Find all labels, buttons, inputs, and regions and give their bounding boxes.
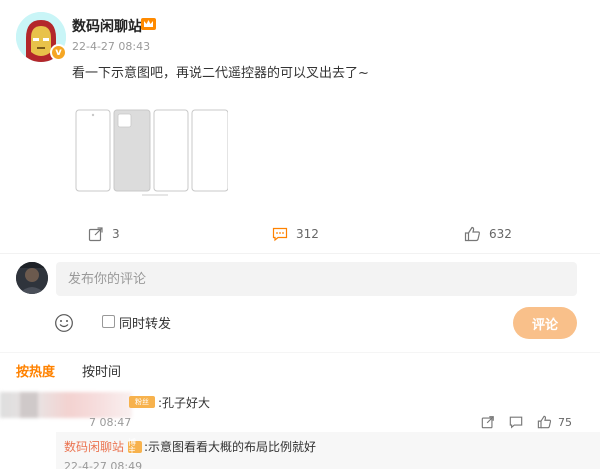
comment-actions: 75 (481, 413, 572, 431)
share-count: 3 (112, 227, 120, 241)
verified-badge-icon: v (50, 44, 67, 61)
divider (0, 253, 600, 254)
like-button[interactable]: 632 (464, 220, 512, 248)
share-button[interactable]: 3 (88, 220, 120, 248)
like-count: 632 (489, 227, 512, 241)
tab-sort-by-hot[interactable]: 按热度 (16, 361, 55, 380)
post-image[interactable] (72, 106, 229, 196)
comment-reply-button[interactable] (509, 415, 523, 429)
my-avatar[interactable] (16, 262, 48, 294)
comment-time: 7 08:47 (89, 416, 132, 429)
comment-input[interactable] (56, 262, 577, 296)
reply-author[interactable]: 数码闲聊站 (64, 438, 124, 455)
post-action-bar: 3 312 632 (0, 220, 600, 248)
tab-sort-by-time[interactable]: 按时间 (82, 361, 121, 380)
blurred-commenter (0, 392, 132, 418)
comment-like-button[interactable]: 75 (537, 415, 572, 429)
fan-badge: 粉丝 (129, 396, 155, 408)
comment-icon (509, 416, 523, 429)
crown-icon (141, 16, 156, 31)
post-text: 看一下示意图吧，再说二代遥控器的可以叉出去了~ (72, 66, 369, 81)
thumbs-up-icon (537, 415, 552, 429)
reply-time: 22-4-27 08:49 (64, 460, 143, 469)
divider (0, 352, 600, 353)
comment-count: 312 (296, 227, 319, 241)
reply-block: 数码闲聊站 博主 :示意图看看大概的布局比例就好 22-4-27 08:49 (56, 432, 600, 469)
repost-checkbox[interactable] (102, 315, 115, 328)
reply-text: :示意图看看大概的布局比例就好 (144, 440, 317, 454)
author-name[interactable]: 数码闲聊站 (72, 16, 142, 36)
comment-text: :孔子好大 (158, 396, 211, 410)
weibo-post: v 数码闲聊站 22-4-27 08:43 看一下示意图吧，再说二代遥控器的可以… (0, 0, 600, 469)
author-badge: 博主 (128, 439, 142, 455)
submit-comment-button[interactable]: 评论 (513, 307, 577, 339)
emoji-icon[interactable] (54, 313, 74, 333)
post-timestamp[interactable]: 22-4-27 08:43 (72, 40, 150, 53)
comment-icon (272, 227, 288, 242)
comment-share-button[interactable] (481, 415, 495, 429)
comment-button[interactable]: 312 (272, 220, 319, 248)
share-icon (481, 416, 494, 429)
repost-label[interactable]: 同时转发 (119, 313, 171, 332)
thumbs-up-icon (464, 226, 480, 242)
share-icon (88, 227, 103, 242)
comment-like-count: 75 (558, 415, 572, 429)
